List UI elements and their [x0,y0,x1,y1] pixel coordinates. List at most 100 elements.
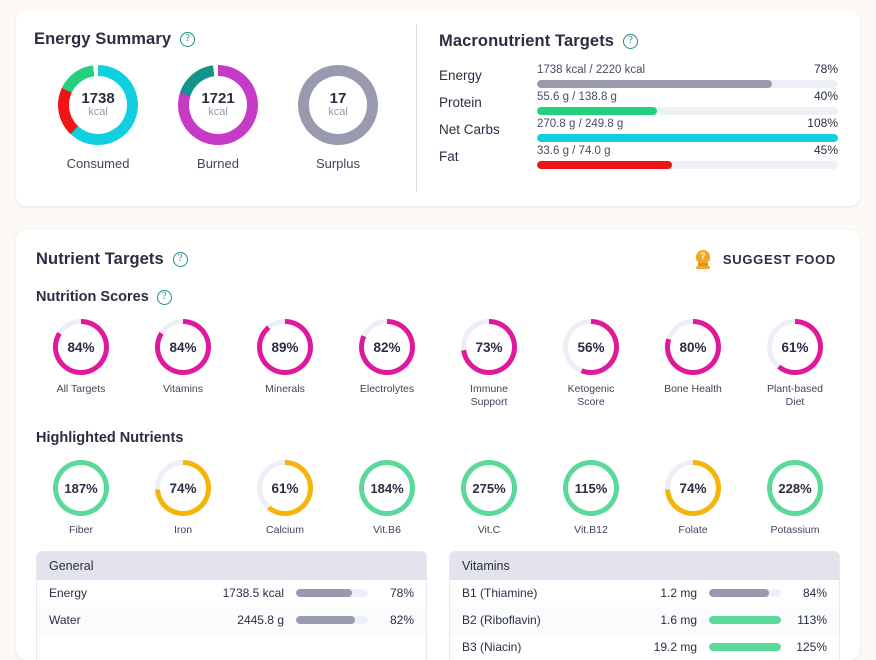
ring-label: Immune Support [470,383,508,408]
table-row[interactable]: Energy 1738.5 kcal 78% [37,579,426,607]
highlighted-nutrient-cell[interactable]: 115% Vit.B12 [540,460,642,537]
help-circle-icon[interactable]: ? [156,289,172,305]
nutrition-score-cell[interactable]: 89% Minerals [234,319,336,408]
nutrient-value: 1.6 mg [660,613,697,627]
donut-center: 1738 kcal [69,76,127,134]
ring-percent: 56% [568,324,614,370]
nutrient-targets-header: Nutrient Targets ? ? SUGGEST FOOD [16,230,860,271]
macronutrient-bar-track [537,161,838,169]
donut-ring: 1721 kcal [178,65,258,145]
progress-ring: 80% [665,319,721,375]
nutrient-value: 1738.5 kcal [222,586,284,600]
ring-percent: 73% [466,324,512,370]
macronutrient-bar-track [537,107,838,115]
donut-label: Burned [197,156,239,171]
ring-label: Vitamins [162,383,204,395]
progress-ring: 61% [257,460,313,516]
nutrient-targets-card: Nutrient Targets ? ? SUGGEST FOOD Nutrit… [16,230,860,660]
help-circle-icon[interactable]: ? [623,34,639,49]
nutrient-targets-title: Nutrient Targets [36,250,164,268]
donut-center: 1721 kcal [189,76,247,134]
ring-percent: 74% [160,465,206,511]
macronutrient-detail: 55.6 g / 138.8 g [537,91,617,103]
help-circle-icon[interactable]: ? [180,32,196,47]
progress-ring: 56% [563,319,619,375]
donut-ring: 17 kcal [298,65,378,145]
lightbulb-glyph: ? [695,250,710,264]
nutrition-scores-rings: 84% All Targets 84% Vitamins 89% Minerals 82% E… [16,319,860,408]
nutrition-score-cell[interactable]: 61% Plant-based Diet [744,319,846,408]
ring-label: Vit.C [477,524,501,536]
macronutrient-bar-track [537,134,838,142]
energy-summary-title: Energy Summary [34,30,172,48]
nutrient-bar-track [296,589,368,597]
ring-percent: 80% [670,324,716,370]
highlighted-nutrient-cell[interactable]: 275% Vit.C [438,460,540,537]
donut-value: 1721 [201,90,235,107]
nutrient-bar-track [709,589,781,597]
ring-label: Vit.B12 [574,524,608,536]
donut-unit: kcal [208,106,228,118]
nutrition-score-cell[interactable]: 56% Ketogenic Score [540,319,642,408]
ring-label: Folate [678,524,708,536]
macronutrient-row: Protein 55.6 g / 138.8 g 40% [439,89,838,116]
ring-percent: 74% [670,465,716,511]
progress-ring: 184% [359,460,415,516]
highlighted-nutrient-cell[interactable]: 228% Potassium [744,460,846,537]
highlighted-nutrient-cell[interactable]: 74% Folate [642,460,744,537]
table-row[interactable]: B2 (Riboflavin) 1.6 mg 113% [450,606,839,634]
macronutrient-percent: 40% [813,89,838,103]
ring-percent: 228% [772,465,818,511]
table-row[interactable]: B3 (Niacin) 19.2 mg 125% [450,633,839,660]
ring-percent: 84% [160,324,206,370]
progress-ring: 61% [767,319,823,375]
table-row[interactable]: B1 (Thiamine) 1.2 mg 84% [450,579,839,607]
ring-label: Bone Health [664,383,722,395]
nutrition-score-cell[interactable]: 80% Bone Health [642,319,744,408]
energy-donut-row: 1738 kcal Consumed 1721 kcal Burned 17 kcal Surp… [34,65,416,171]
lightbulb-foot [695,266,710,269]
macronutrient-row: Energy 1738 kcal / 2220 kcal 78% [439,62,838,89]
ring-percent: 61% [262,465,308,511]
help-circle-icon[interactable]: ? [172,252,188,267]
nutrient-table: Vitamins B1 (Thiamine) 1.2 mg 84% B2 (Ribofl… [449,550,840,660]
nutrient-percent: 125% [796,640,827,654]
nutrient-targets-heading: Nutrient Targets ? [36,250,188,269]
highlighted-nutrient-cell[interactable]: 61% Calcium [234,460,336,537]
ring-percent: 115% [568,465,614,511]
highlighted-nutrient-cell[interactable]: 74% Iron [132,460,234,537]
macronutrient-row: Fat 33.6 g / 74.0 g 45% [439,143,838,170]
highlighted-nutrients-rings: 187% Fiber 74% Iron 61% Calcium 184% Vit.B6 275%… [16,460,860,537]
progress-ring: 275% [461,460,517,516]
nutrition-dashboard: Energy Summary ? 1738 kcal Consumed 1721 kca… [0,0,876,660]
macronutrient-bar-track [537,80,838,88]
nutrient-name: B2 (Riboflavin) [462,613,541,627]
nutrition-score-cell[interactable]: 82% Electrolytes [336,319,438,408]
nutrient-value: 19.2 mg [653,640,697,654]
ring-percent: 275% [466,465,512,511]
nutrient-bar-track [296,616,368,624]
nutrient-percent: 82% [389,613,414,627]
highlighted-nutrient-cell[interactable]: 184% Vit.B6 [336,460,438,537]
macronutrient-bar-fill [537,107,658,115]
energy-summary-panel: Energy Summary ? 1738 kcal Consumed 1721 kca… [16,10,416,206]
nutrition-score-cell[interactable]: 84% All Targets [30,319,132,408]
progress-ring: 89% [257,319,313,375]
suggest-food-button[interactable]: ? SUGGEST FOOD [691,248,840,271]
table-row[interactable]: Water 2445.8 g 82% [37,606,426,634]
macronutrient-bar-fill [537,134,838,142]
progress-ring: 74% [665,460,721,516]
progress-ring: 82% [359,319,415,375]
nutrition-scores-title: Nutrition Scores [36,289,149,305]
energy-overview-card: Energy Summary ? 1738 kcal Consumed 1721 kca… [16,10,860,206]
nutrient-table-header: General [37,551,426,580]
highlighted-nutrient-cell[interactable]: 187% Fiber [30,460,132,537]
nutrient-percent: 78% [389,586,414,600]
macronutrient-detail: 270.8 g / 249.8 g [537,118,624,130]
nutrient-bar-fill [709,616,781,624]
ring-label: Iron [173,524,193,536]
macronutrient-heading: Macronutrient Targets ? [439,32,838,51]
ring-label: Ketogenic Score [567,383,615,408]
nutrition-score-cell[interactable]: 73% Immune Support [438,319,540,408]
nutrition-score-cell[interactable]: 84% Vitamins [132,319,234,408]
